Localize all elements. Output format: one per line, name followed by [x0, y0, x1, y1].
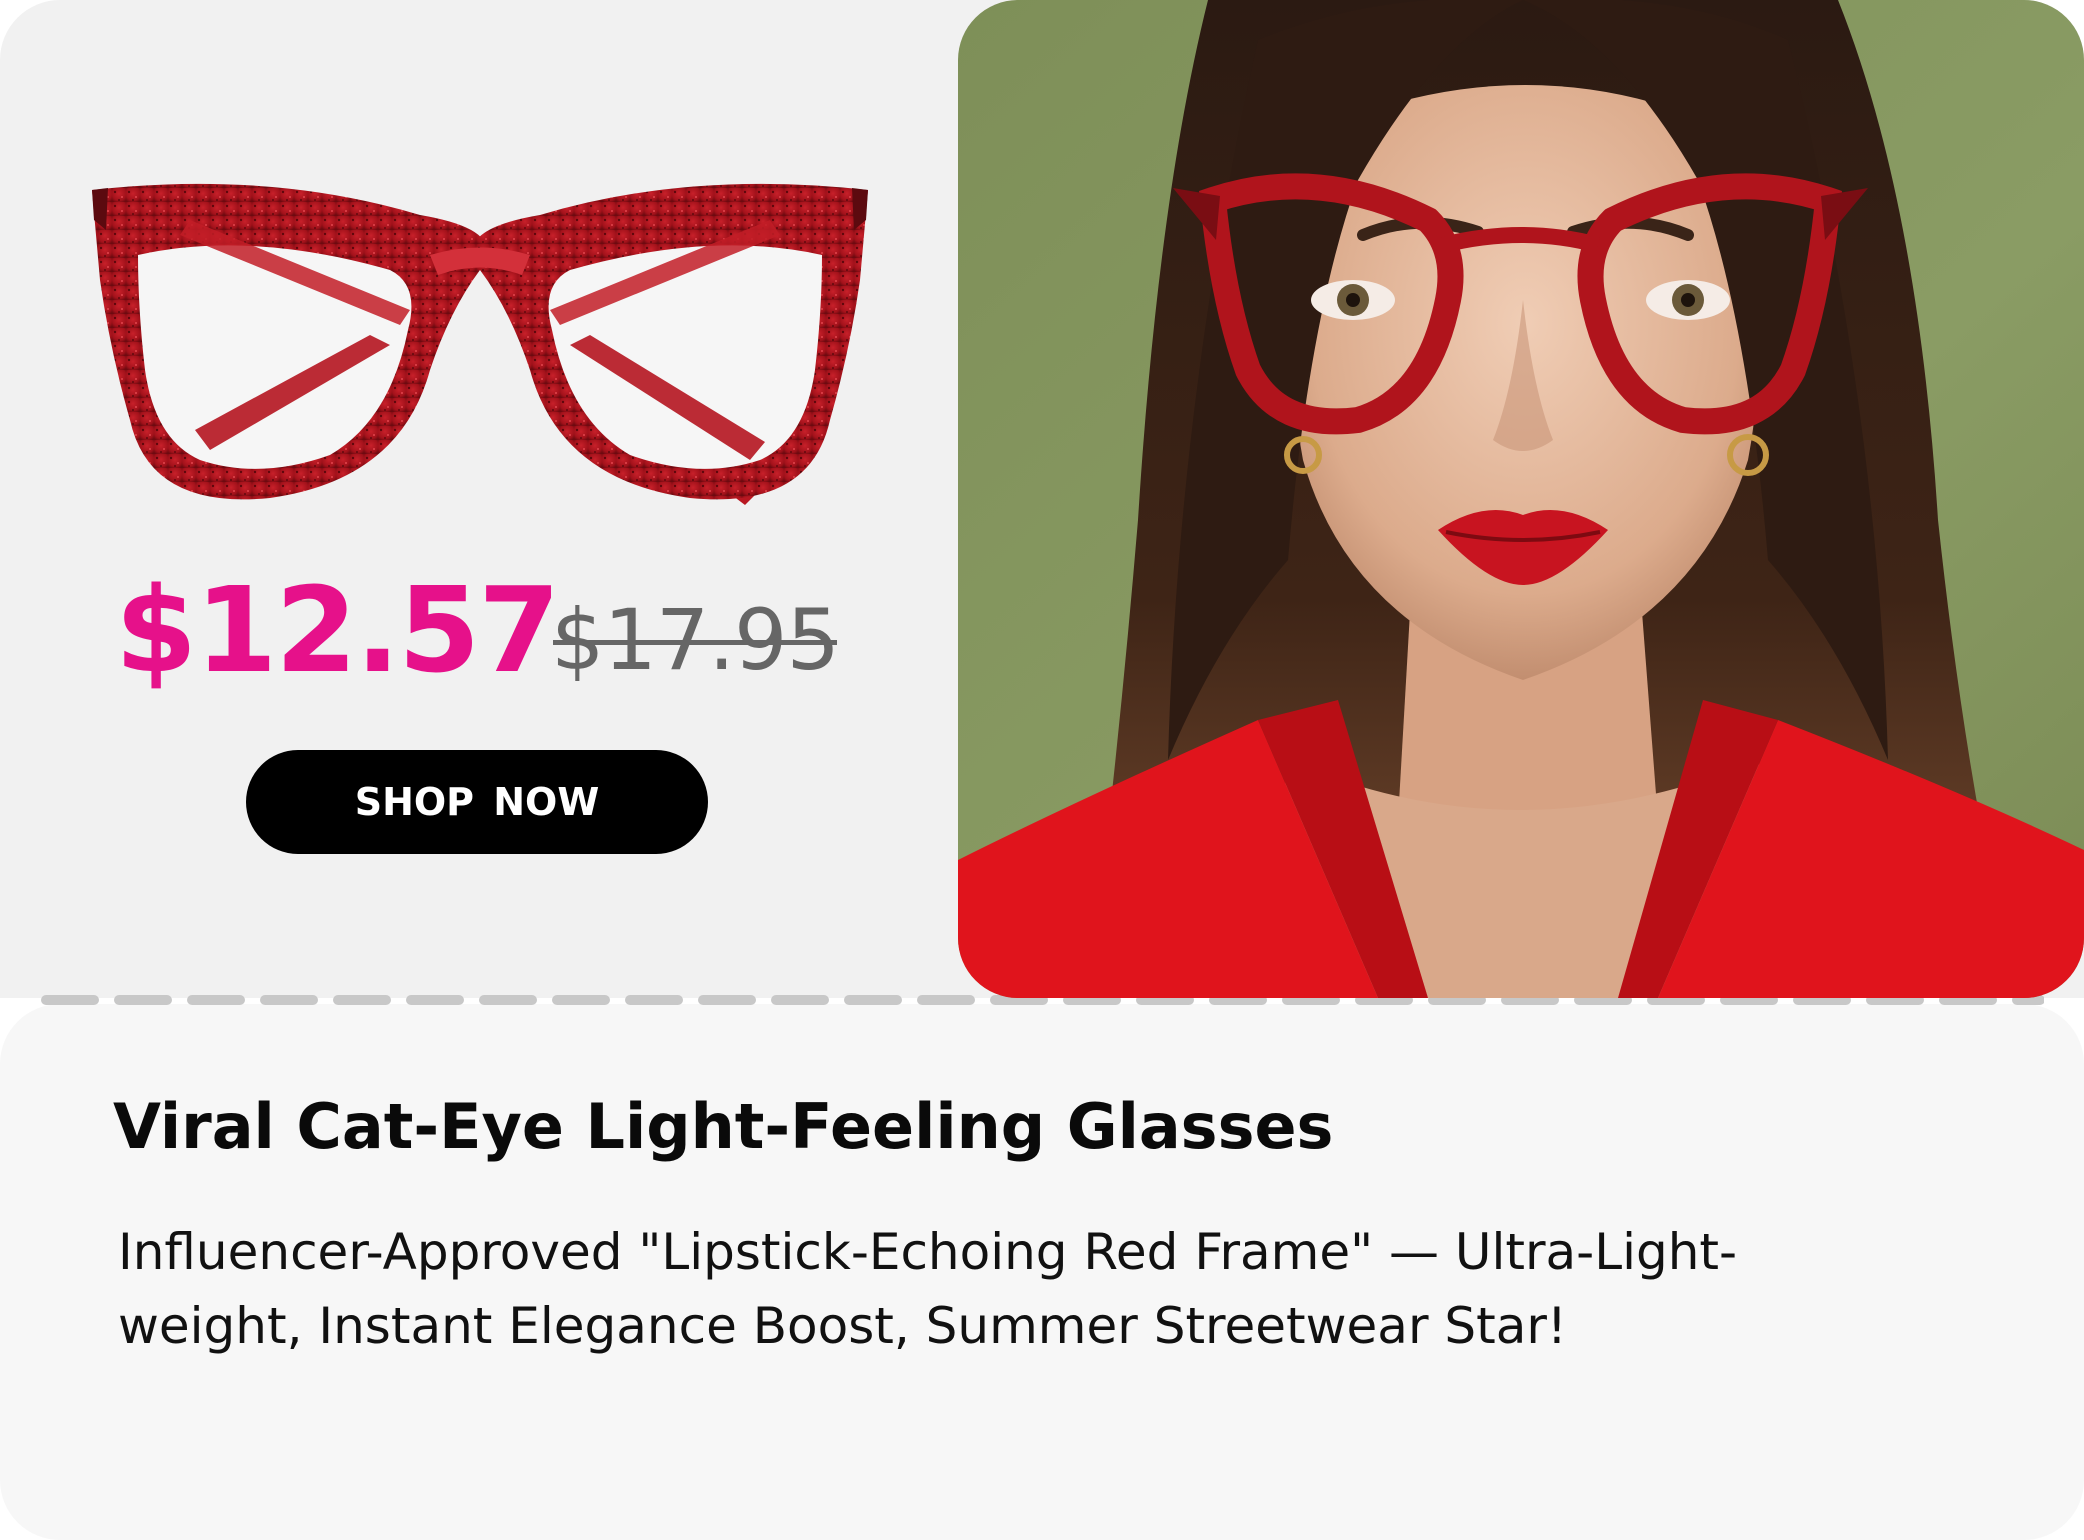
original-price: $17.95: [551, 580, 840, 700]
product-description: Influencer-Approved "Lipstick-Echoing Re…: [118, 1223, 1738, 1355]
price-row: $12.57 $17.95: [115, 560, 875, 700]
product-ad-card: $12.57 $17.95 SHOP NOW Viral Cat-Eye Lig…: [0, 0, 2084, 1540]
shop-now-button[interactable]: SHOP NOW: [246, 750, 708, 854]
current-price: $12.57: [115, 561, 560, 699]
product-title: Viral Cat-Eye Light-Feeling Glasses: [113, 1090, 1334, 1163]
model-photo: [958, 0, 2084, 998]
cat-eye-glasses-icon[interactable]: [70, 160, 890, 520]
